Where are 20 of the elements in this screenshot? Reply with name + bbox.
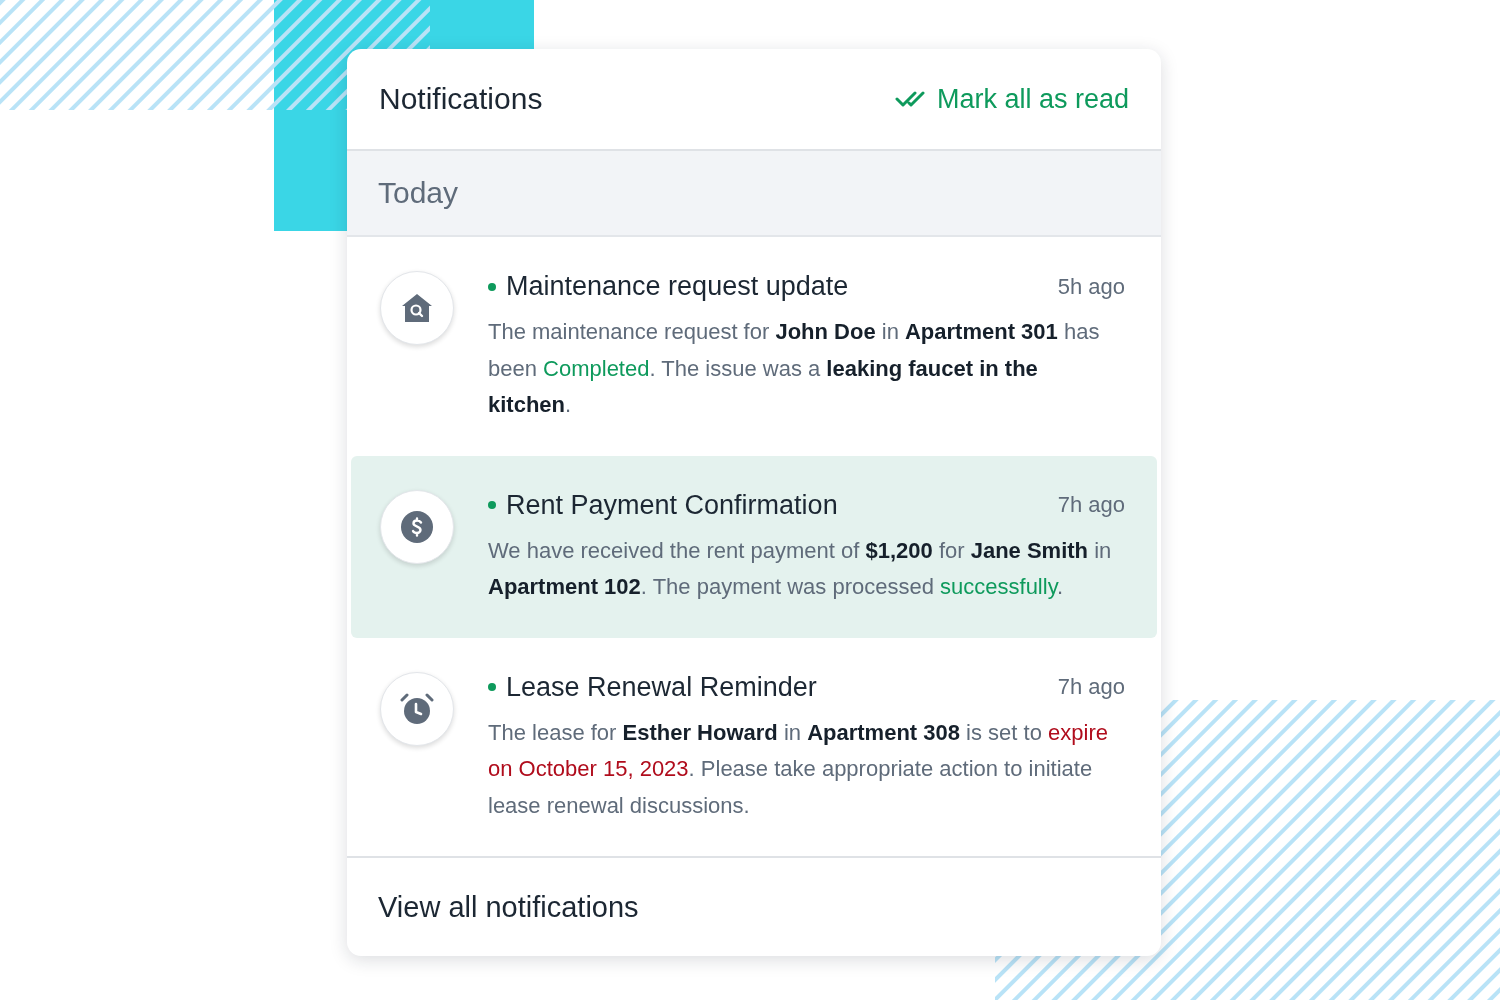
timestamp: 5h ago	[1057, 273, 1125, 300]
section-header: Today	[347, 151, 1161, 237]
notification-item[interactable]: Lease Renewal Reminder 7h ago The lease for Esther Howard in Apartment 308 is set to expire on October 15, 2023. Please take appropriate action to initiate lease renewal discussions.	[351, 637, 1157, 856]
mark-all-read-button[interactable]: Mark all as read	[894, 83, 1129, 115]
panel-title: Notifications	[379, 82, 543, 116]
alarm-clock-icon	[399, 692, 435, 725]
notification-message: We have received the rent payment of $1,200 for Jane Smith in Apartment 102. The payment was processed successfully.	[488, 536, 1113, 601]
notification-item[interactable]: Rent Payment Confirmation 7h ago We have received the rent payment of $1,200 for Jane Smith in Apartment 102. The payment was processed successfully.	[351, 455, 1157, 638]
notification-message: The maintenance request for John Doe in Apartment 301 has been Completed. The issue was a leaking faucet in the kitchen.	[488, 318, 1101, 419]
notification-title: Maintenance request update	[506, 271, 850, 302]
double-check-icon	[894, 90, 927, 108]
house-search-icon	[401, 293, 433, 323]
dollar-coin-icon	[401, 510, 433, 543]
notification-message: The lease for Esther Howard in Apartment 308 is set to expire on October 15, 2023. Please take appropriate action to initiate lease renewal discussions.	[488, 718, 1109, 820]
timestamp: 7h ago	[1057, 492, 1125, 518]
notification-title: Lease Renewal Reminder	[506, 671, 818, 703]
view-all-link[interactable]: View all notifications	[378, 890, 639, 924]
notification-item[interactable]: Maintenance request update 5h ago The maintenance request for John Doe in Apartment 301 has been Completed. The issue was a leaking faucet in the kitchen.	[351, 237, 1157, 456]
timestamp: 7h ago	[1057, 674, 1125, 700]
notification-title: Rent Payment Confirmation	[506, 489, 839, 521]
